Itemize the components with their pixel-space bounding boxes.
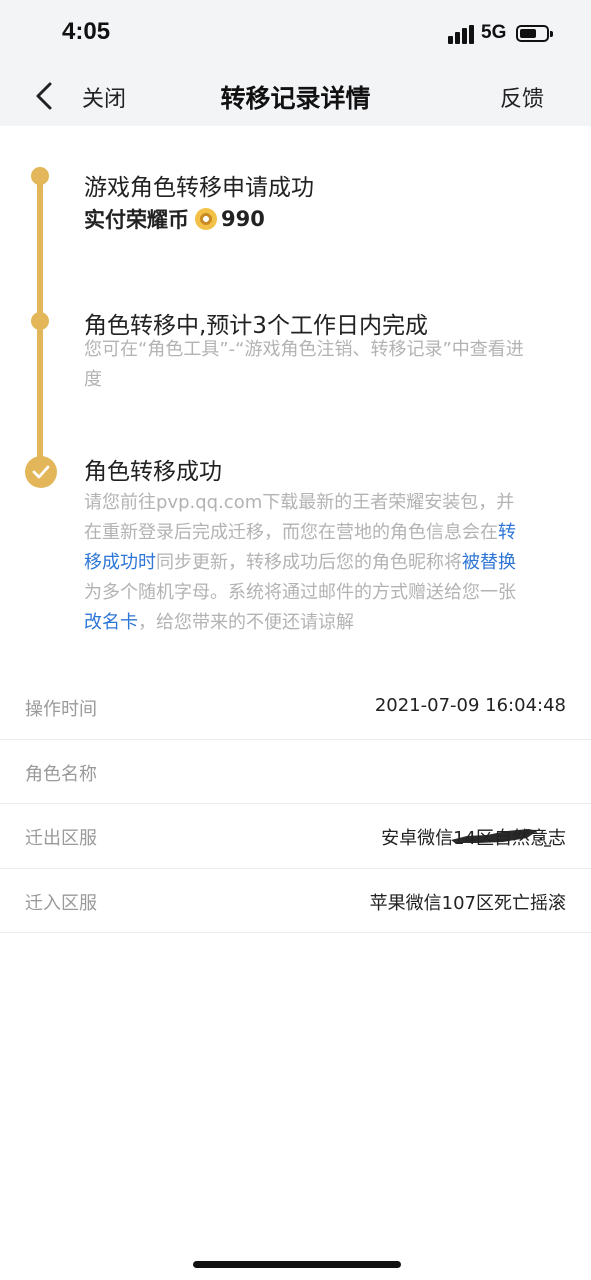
feedback-button[interactable]: 反馈 <box>500 81 544 113</box>
info-key: 迁出区服 <box>25 828 97 849</box>
step-title: 角色转移成功 <box>84 459 222 485</box>
desc-text: 请您前往pvp.qq.com下载最新的王者荣耀安装包，并在重新登录后完成迁移，而… <box>84 492 515 543</box>
step-description: 您可在“角色工具”-“游戏角色注销、转移记录”中查看进度 <box>84 339 524 390</box>
honor-coin-icon <box>195 208 217 230</box>
transfer-info-list: 操作时间 2021-07-09 16:04:48 角色名称 迁出区服 安卓微信1… <box>0 675 591 933</box>
desc-text: 同步更新，转移成功后您的角色昵称将 <box>156 552 462 573</box>
info-value: 2021-07-09 16:04:48 <box>374 695 566 716</box>
info-row-target-server: 迁入区服 苹果微信107区死亡摇滚 <box>0 869 591 933</box>
paid-label: 实付荣耀币 <box>84 208 189 232</box>
status-time: 4:05 <box>62 18 111 45</box>
info-value: 安卓微信14区自然意志 <box>381 828 566 849</box>
navigation-bar: 关闭 转移记录详情 反馈 <box>0 66 591 126</box>
info-key: 角色名称 <box>25 763 97 785</box>
battery-icon <box>516 25 553 42</box>
step-description: 请您前往pvp.qq.com下载最新的王者荣耀安装包，并在重新登录后完成迁移，而… <box>84 488 532 638</box>
desc-text: ，给您带来的不便还请谅解 <box>138 612 354 633</box>
check-icon <box>25 456 57 488</box>
info-row-time: 操作时间 2021-07-09 16:04:48 <box>0 675 591 740</box>
info-key: 迁入区服 <box>25 892 97 914</box>
desc-text: 为多个随机字母。系统将通过邮件的方式赠送给您一张 <box>84 582 516 603</box>
header-area: 4:05 5G 关闭 转移记录详情 反馈 <box>0 0 591 126</box>
status-bar: 4:05 5G <box>0 0 591 66</box>
info-key: 操作时间 <box>25 699 97 720</box>
highlight-rename-card: 改名卡 <box>84 612 138 633</box>
info-row-source-server: 迁出区服 安卓微信14区自然意志 <box>0 804 591 869</box>
paid-amount: 实付荣耀币 990 <box>84 204 265 234</box>
step-title: 游戏角色转移申请成功 <box>84 175 314 201</box>
timeline-dot <box>31 167 49 185</box>
highlight-replaced: 被替换 <box>462 552 516 573</box>
info-value: 苹果微信107区死亡摇滚 <box>369 892 566 914</box>
info-row-role: 角色名称 <box>0 740 591 847</box>
network-type: 5G <box>481 22 507 43</box>
paid-value: 990 <box>221 207 265 231</box>
home-indicator[interactable] <box>193 1261 401 1268</box>
timeline-dot <box>31 312 49 330</box>
signal-icon <box>448 25 476 44</box>
